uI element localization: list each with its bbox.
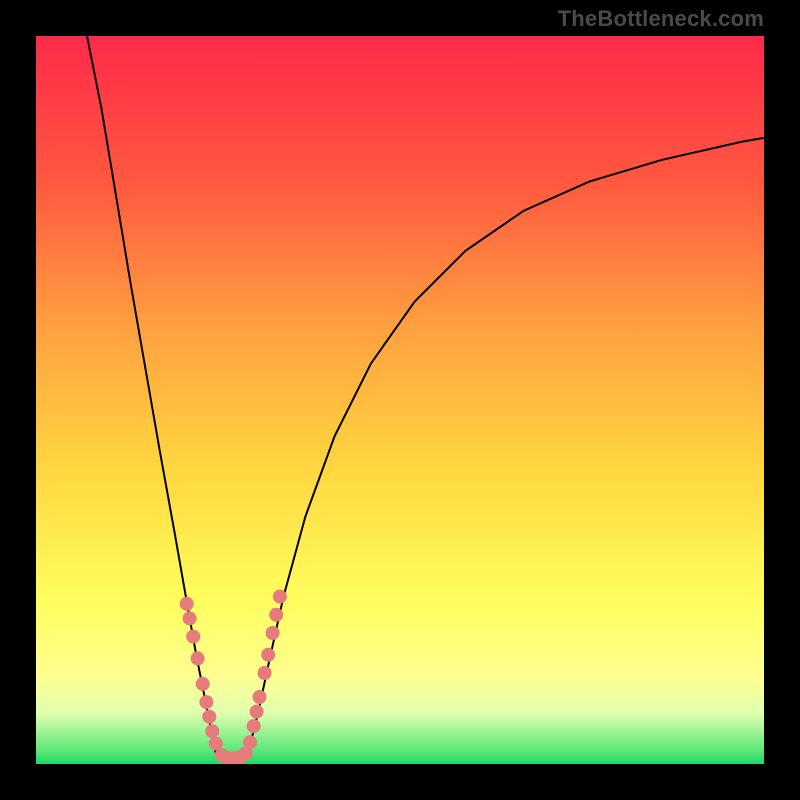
watermark-text: TheBottleneck.com	[558, 6, 764, 32]
bead-point	[205, 724, 219, 738]
bead-point	[183, 611, 197, 625]
bead-point	[266, 626, 280, 640]
curve-left	[87, 36, 217, 757]
outer-frame: TheBottleneck.com	[0, 0, 800, 800]
bead-point	[186, 630, 200, 644]
bead-point	[273, 590, 287, 604]
bead-point	[180, 597, 194, 611]
bead-point	[269, 608, 283, 622]
bead-point	[191, 651, 205, 665]
bead-point	[253, 690, 267, 704]
curve-right	[247, 138, 764, 757]
bead-point	[261, 648, 275, 662]
bead-point	[258, 666, 272, 680]
bead-point	[243, 735, 257, 749]
bead-point	[196, 677, 210, 691]
bead-point	[202, 710, 216, 724]
sample-beads	[180, 590, 287, 764]
bead-point	[199, 695, 213, 709]
bead-point	[247, 719, 261, 733]
bead-point	[250, 705, 264, 719]
curve-svg	[36, 36, 764, 764]
